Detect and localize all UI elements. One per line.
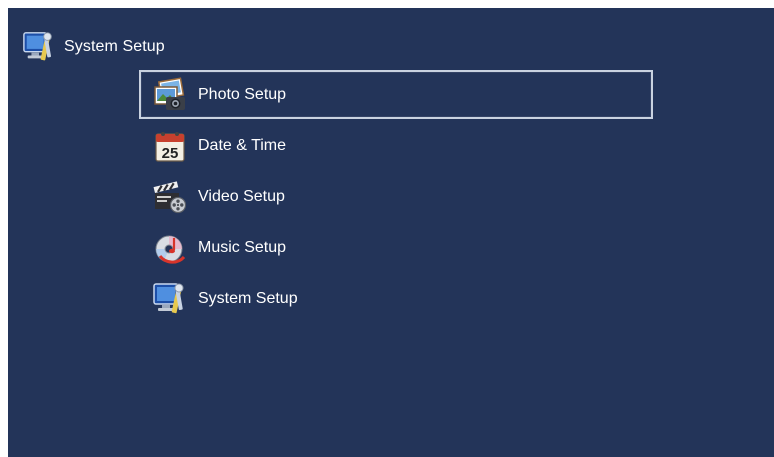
calendar-day-text: 25 (162, 145, 179, 162)
header-title: System Setup (64, 38, 165, 55)
setup-menu: Photo Setup 25 Date & Time Video Setup M… (139, 70, 653, 325)
menu-item-system-setup[interactable]: System Setup (139, 274, 653, 323)
menu-item-photo-setup[interactable]: Photo Setup (139, 70, 653, 119)
menu-item-label: System Setup (198, 289, 298, 307)
music-disc-icon (155, 235, 186, 264)
system-setup-icon (23, 32, 52, 61)
clapperboard-icon (153, 180, 187, 213)
menu-item-label: Video Setup (198, 187, 285, 205)
calendar-icon: 25 (155, 131, 185, 162)
setup-screen: System Setup Photo Setup 25 Date & Time … (8, 8, 774, 457)
menu-item-label: Date & Time (198, 136, 287, 154)
menu-item-label: Photo Setup (198, 85, 287, 103)
menu-item-label: Music Setup (198, 238, 287, 256)
menu-item-music-setup[interactable]: Music Setup (139, 223, 653, 272)
system-setup-icon (153, 282, 184, 313)
photo-setup-icon (154, 76, 185, 110)
screen-header: System Setup (22, 30, 165, 64)
menu-item-video-setup[interactable]: Video Setup (139, 172, 653, 221)
menu-item-date-time[interactable]: 25 Date & Time (139, 121, 653, 170)
